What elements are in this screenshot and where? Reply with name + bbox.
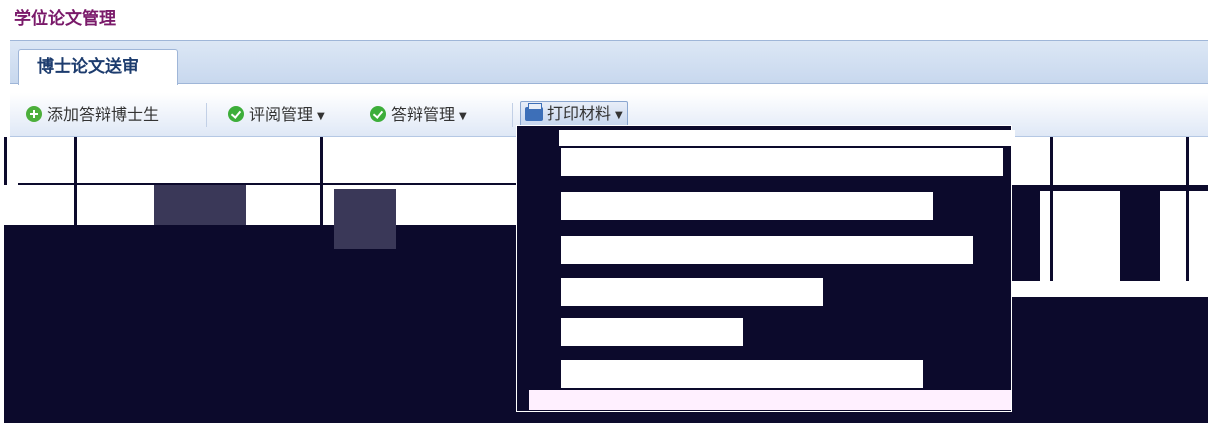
printer-icon bbox=[525, 103, 543, 121]
toolbar-separator bbox=[206, 103, 207, 127]
add-icon bbox=[26, 106, 42, 122]
check-icon bbox=[370, 106, 386, 122]
toolbar-separator bbox=[512, 103, 513, 127]
grid-divider bbox=[320, 185, 323, 237]
grid-divider bbox=[320, 137, 323, 185]
grid-cell-block bbox=[154, 185, 246, 225]
print-dropdown-menu bbox=[516, 125, 1015, 412]
menu-item[interactable] bbox=[561, 192, 933, 220]
grid-cell-block bbox=[1010, 191, 1040, 281]
menu-item[interactable] bbox=[561, 360, 923, 388]
grid-row[interactable] bbox=[4, 185, 520, 225]
menu-footer-strip bbox=[529, 390, 1011, 410]
tab-bar: 博士论文送审 bbox=[10, 40, 1208, 85]
grid-divider bbox=[74, 137, 77, 185]
print-materials-label: 打印材料 bbox=[547, 104, 612, 123]
grid-cell-block bbox=[1120, 191, 1160, 281]
grid-row-border bbox=[4, 227, 524, 233]
defense-management-button[interactable]: 答辩管理 ▼ bbox=[370, 103, 467, 127]
grid-divider bbox=[74, 185, 77, 237]
menu-item[interactable] bbox=[561, 278, 823, 306]
menu-item[interactable] bbox=[561, 148, 1003, 176]
menu-item[interactable] bbox=[561, 236, 973, 264]
app-title: 学位论文管理 bbox=[14, 4, 1204, 34]
grid-divider bbox=[1050, 137, 1053, 281]
tab-doctoral-review[interactable]: 博士论文送审 bbox=[18, 49, 178, 85]
menu-header bbox=[559, 130, 1015, 146]
grid-right-panel bbox=[1010, 137, 1208, 297]
add-candidate-label: 添加答辩博士生 bbox=[47, 105, 160, 124]
add-candidate-button[interactable]: 添加答辩博士生 bbox=[26, 103, 159, 127]
review-management-label: 评阅管理 bbox=[249, 105, 314, 124]
grid-divider bbox=[1186, 137, 1189, 281]
grid-divider bbox=[4, 137, 7, 185]
defense-management-label: 答辩管理 bbox=[391, 105, 456, 124]
check-icon bbox=[228, 106, 244, 122]
menu-item[interactable] bbox=[561, 318, 743, 346]
chevron-down-icon: ▼ bbox=[317, 111, 325, 122]
grid-cell-block bbox=[334, 189, 396, 249]
review-management-button[interactable]: 评阅管理 ▼ bbox=[228, 103, 325, 127]
tab-label: 博士论文送审 bbox=[37, 57, 139, 77]
print-materials-button[interactable]: 打印材料 ▼ bbox=[520, 101, 628, 127]
chevron-down-icon: ▼ bbox=[459, 111, 467, 122]
